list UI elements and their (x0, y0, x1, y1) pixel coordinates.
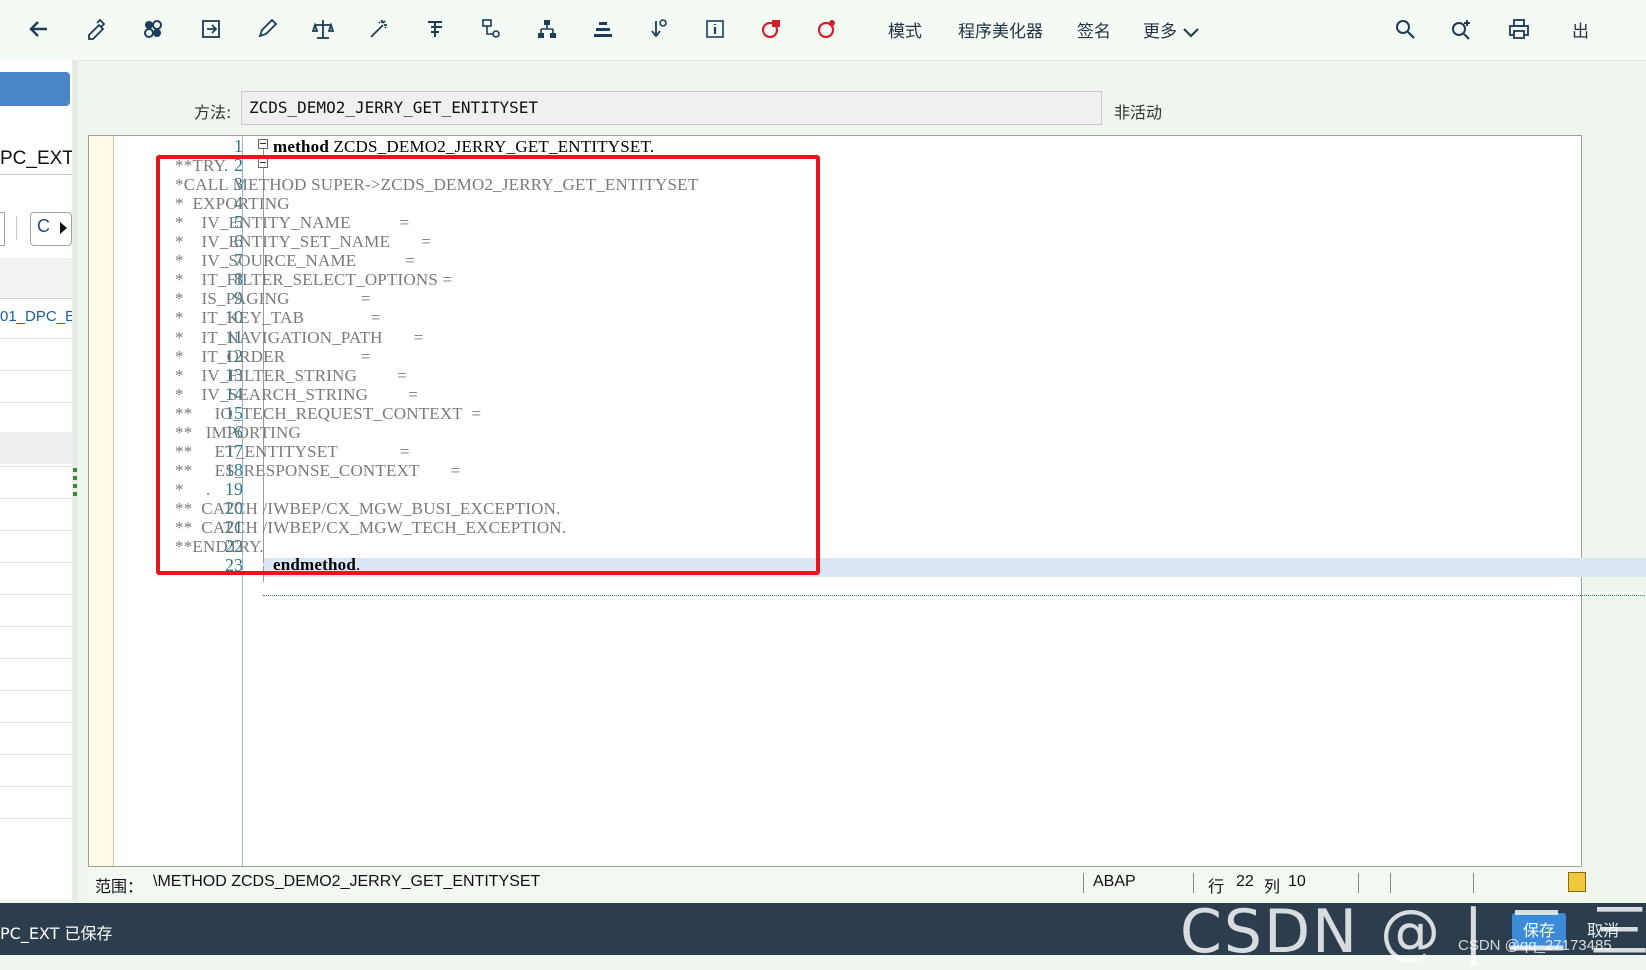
search-plus-icon[interactable] (1446, 12, 1476, 46)
more-menu-button[interactable]: 更多 (1143, 17, 1200, 42)
tree-icon[interactable] (532, 12, 562, 46)
splitter-grip-icon[interactable] (73, 468, 77, 498)
fold-toggle-icon[interactable] (258, 139, 268, 149)
save-message: PC_EXT 已保存 (0, 924, 113, 943)
info-icon[interactable] (700, 12, 730, 46)
navigator-separator (16, 216, 17, 240)
more-label: 更多 (1143, 22, 1177, 42)
status-divider (1083, 873, 1084, 893)
end-of-source-line (263, 595, 1646, 596)
tree-row-divider (0, 594, 72, 595)
navigator-dropdown-label: C (37, 216, 50, 236)
tree-row-divider (0, 466, 72, 467)
balance-check-icon[interactable] (308, 12, 338, 46)
navigator-dropdown[interactable]: C (30, 212, 72, 246)
annotation-highlight-box (156, 155, 820, 575)
csdn-watermark-user: CSDN @qq_27173485 (1458, 937, 1612, 954)
tree-row-divider (0, 562, 72, 563)
align-icon[interactable] (588, 12, 618, 46)
hierarchy-icon[interactable] (476, 12, 506, 46)
language-indicator: ABAP (1093, 873, 1136, 890)
breakpoint-icon[interactable] (644, 12, 674, 46)
debug-icon[interactable] (812, 12, 842, 46)
tree-row-divider (0, 338, 72, 339)
tree-row-divider (0, 786, 72, 787)
object-name-text: PC_EXT (0, 148, 73, 169)
line-number: 1 (234, 136, 243, 156)
method-name-field[interactable]: ZCDS_DEMO2_JERRY_GET_ENTITYSET (241, 91, 1102, 125)
back-arrow-icon[interactable] (24, 12, 54, 46)
editor-margin (89, 136, 114, 866)
method-label: 方法: (194, 103, 232, 122)
scope-value: \METHOD ZCDS_DEMO2_JERRY_GET_ENTITYSET (153, 873, 541, 890)
mode-button[interactable]: 模式 (888, 17, 922, 42)
navigator-header-button[interactable] (0, 72, 70, 106)
activation-status: 非活动 (1114, 103, 1163, 122)
navigator-tree-header (0, 258, 72, 299)
exit-button[interactable]: 出 (1572, 17, 1589, 42)
where-used-icon[interactable] (420, 12, 450, 46)
tree-row-divider (0, 626, 72, 627)
tree-row-divider (0, 498, 72, 499)
search-icon[interactable] (1390, 12, 1420, 46)
scope-label: 范围： (95, 879, 144, 896)
pencil-icon[interactable] (252, 12, 282, 46)
tree-row-divider (0, 402, 72, 403)
method-signature: ZCDS_DEMO2_JERRY_GET_ENTITYSET. (328, 137, 655, 156)
tree-row-divider (0, 690, 72, 691)
keyword-method: method (273, 137, 329, 156)
object-navigator-panel: PC_EXT C 01_DPC_EX (0, 60, 73, 900)
signature-button[interactable]: 签名 (1077, 17, 1111, 42)
csdn-watermark: CSDN @ | 二 三 | (1180, 897, 1646, 967)
tree-row-divider (0, 530, 72, 531)
activate-icon[interactable] (196, 12, 226, 46)
caret-right-icon (60, 222, 67, 234)
application-toolbar: 模式 程序美化器 签名 更多 出 (0, 0, 1646, 61)
navigator-tree-item[interactable]: 01_DPC_EX (0, 308, 72, 325)
test-icon[interactable] (756, 12, 786, 46)
tree-row-divider (0, 754, 72, 755)
edit-toggle-icon[interactable] (82, 12, 112, 46)
tree-row-divider (0, 722, 72, 723)
magic-wand-icon[interactable] (364, 12, 394, 46)
tree-row-divider (0, 370, 72, 371)
other-object-icon[interactable] (138, 12, 168, 46)
pretty-printer-button[interactable]: 程序美化器 (958, 17, 1043, 42)
navigator-control-left[interactable] (0, 212, 5, 246)
chevron-down-icon (1183, 28, 1200, 38)
print-icon[interactable] (1504, 12, 1534, 46)
code-line-method: method ZCDS_DEMO2_JERRY_GET_ENTITYSET. (273, 137, 654, 157)
tree-row-divider (0, 818, 72, 819)
tree-row-selected[interactable] (0, 432, 72, 464)
tree-row-divider (0, 658, 72, 659)
